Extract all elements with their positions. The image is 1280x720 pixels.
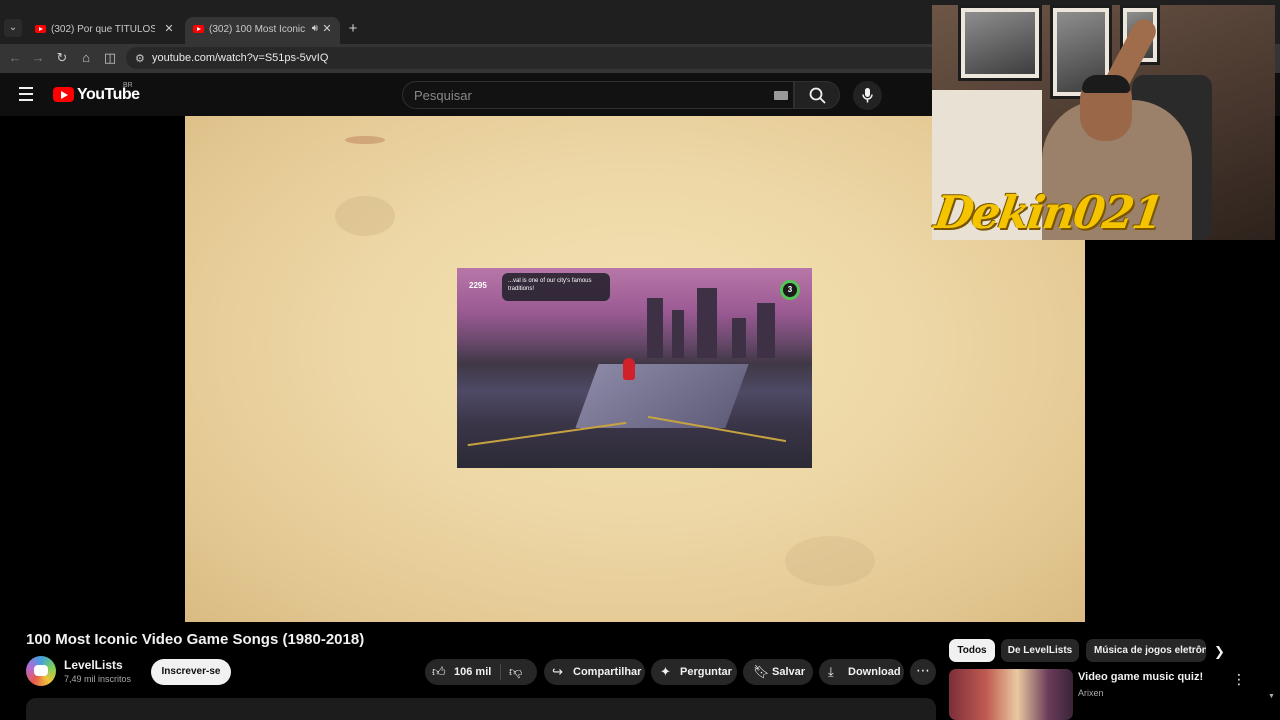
city-building	[757, 303, 775, 358]
voice-search-button[interactable]	[853, 81, 882, 110]
reload-icon[interactable]: ↻	[53, 49, 71, 67]
keyboard-icon[interactable]	[774, 91, 788, 100]
bookmark-icon: 🔖︎	[753, 664, 770, 679]
thumbs-up-icon[interactable]: 👍︎	[432, 659, 446, 685]
like-divider	[500, 664, 501, 680]
youtube-favicon-icon	[35, 25, 46, 33]
ask-button[interactable]: ✦ Perguntar	[651, 659, 737, 685]
download-button[interactable]: ⤓ Download	[819, 659, 904, 685]
save-label: Salvar	[772, 666, 806, 678]
mario-character	[623, 358, 635, 380]
browser-tab-active[interactable]: (302) 100 Most Iconic Video 🔊︎ ✕	[185, 17, 340, 44]
browser-tab[interactable]: (302) Por que TÍTULOS MUDAM ✕	[27, 17, 182, 44]
chip-game-music[interactable]: Música de jogos eletrônicos	[1086, 639, 1206, 662]
audio-playing-icon[interactable]: 🔊︎	[312, 23, 318, 34]
paper-stain	[785, 536, 875, 586]
site-info-icon[interactable]: ⚙	[135, 52, 145, 65]
split-view-icon[interactable]: ◫	[101, 49, 119, 67]
paper-stain	[335, 196, 395, 236]
share-icon: ↪	[552, 664, 563, 679]
close-tab-icon[interactable]: ✕	[320, 22, 334, 36]
moon-counter: 3	[780, 280, 800, 300]
game-dialog: ...val is one of our city's famous tradi…	[502, 273, 610, 301]
chevron-right-icon[interactable]: ❯	[1214, 644, 1225, 660]
back-arrow-icon[interactable]: ←	[6, 49, 24, 67]
microphone-icon	[862, 88, 873, 103]
tab-search-button[interactable]: ⌄	[4, 19, 22, 37]
search-input[interactable]	[414, 87, 754, 104]
download-label: Download	[848, 666, 901, 678]
address-bar[interactable]: ⚙ youtube.com/watch?v=S51ps-5vvIQ	[126, 47, 946, 69]
subscriber-count: 7,49 mil inscritos	[64, 674, 132, 684]
recommendation-title[interactable]: Video game music quiz!	[1078, 671, 1203, 683]
wall-poster	[958, 5, 1042, 81]
url-text: youtube.com/watch?v=S51ps-5vvIQ	[152, 52, 329, 64]
forward-arrow-icon[interactable]: →	[29, 49, 47, 67]
download-icon: ⤓	[828, 664, 834, 679]
webcam-border	[1085, 240, 1275, 242]
recommendation-channel[interactable]: Arixen	[1078, 688, 1104, 698]
city-building	[732, 318, 746, 358]
city-building	[697, 288, 717, 358]
youtube-play-icon	[53, 87, 74, 102]
sparkle-icon: ✦	[660, 664, 671, 679]
tab-title: (302) Por que TÍTULOS MUDAM	[51, 24, 155, 35]
more-actions-icon[interactable]: ⋯	[910, 659, 936, 685]
streamer-name-overlay: Dekin021	[931, 186, 1166, 239]
ask-label: Perguntar	[680, 666, 732, 678]
search-button[interactable]	[794, 81, 840, 109]
hamburger-menu-icon[interactable]	[15, 83, 37, 105]
new-tab-button[interactable]: +	[345, 21, 361, 37]
road-marking	[467, 421, 627, 447]
channel-avatar[interactable]	[26, 656, 56, 686]
kebab-menu-icon[interactable]: ⋮	[1232, 671, 1246, 688]
share-button[interactable]: ↪ Compartilhar	[544, 659, 645, 685]
paper-stain	[345, 136, 385, 144]
home-icon[interactable]: ⌂	[77, 49, 95, 67]
chip-all[interactable]: Todos	[949, 639, 995, 662]
tab-title: (302) 100 Most Iconic Video	[209, 24, 305, 35]
city-building	[647, 298, 663, 358]
thumbs-down-icon[interactable]: 👎︎	[509, 659, 522, 685]
close-tab-icon[interactable]: ✕	[162, 22, 176, 36]
country-code: BR	[123, 82, 133, 89]
scrollbar-arrow-icon[interactable]: ▼	[1268, 693, 1275, 700]
like-count[interactable]: 106 mil	[454, 659, 491, 685]
save-button[interactable]: 🔖︎ Salvar	[743, 659, 813, 685]
streamer-hair	[1082, 75, 1130, 93]
chip-from-channel[interactable]: De LevelLists	[1001, 639, 1079, 662]
like-dislike-group: 👍︎ 106 mil 👎︎	[425, 659, 537, 685]
city-building	[672, 310, 684, 358]
search-box	[402, 81, 794, 109]
game-footage: 2295 ...val is one of our city's famous …	[457, 268, 812, 468]
youtube-favicon-icon	[193, 25, 204, 33]
description-box[interactable]	[26, 698, 936, 720]
video-title: 100 Most Iconic Video Game Songs (1980-2…	[26, 631, 365, 648]
channel-name[interactable]: LevelLists	[64, 658, 123, 672]
recommendation-thumbnail[interactable]	[949, 669, 1073, 720]
search-icon	[809, 87, 826, 104]
share-label: Compartilhar	[573, 666, 642, 678]
subscribe-button[interactable]: Inscrever-se	[151, 659, 231, 685]
coin-counter: 2295	[469, 281, 487, 290]
